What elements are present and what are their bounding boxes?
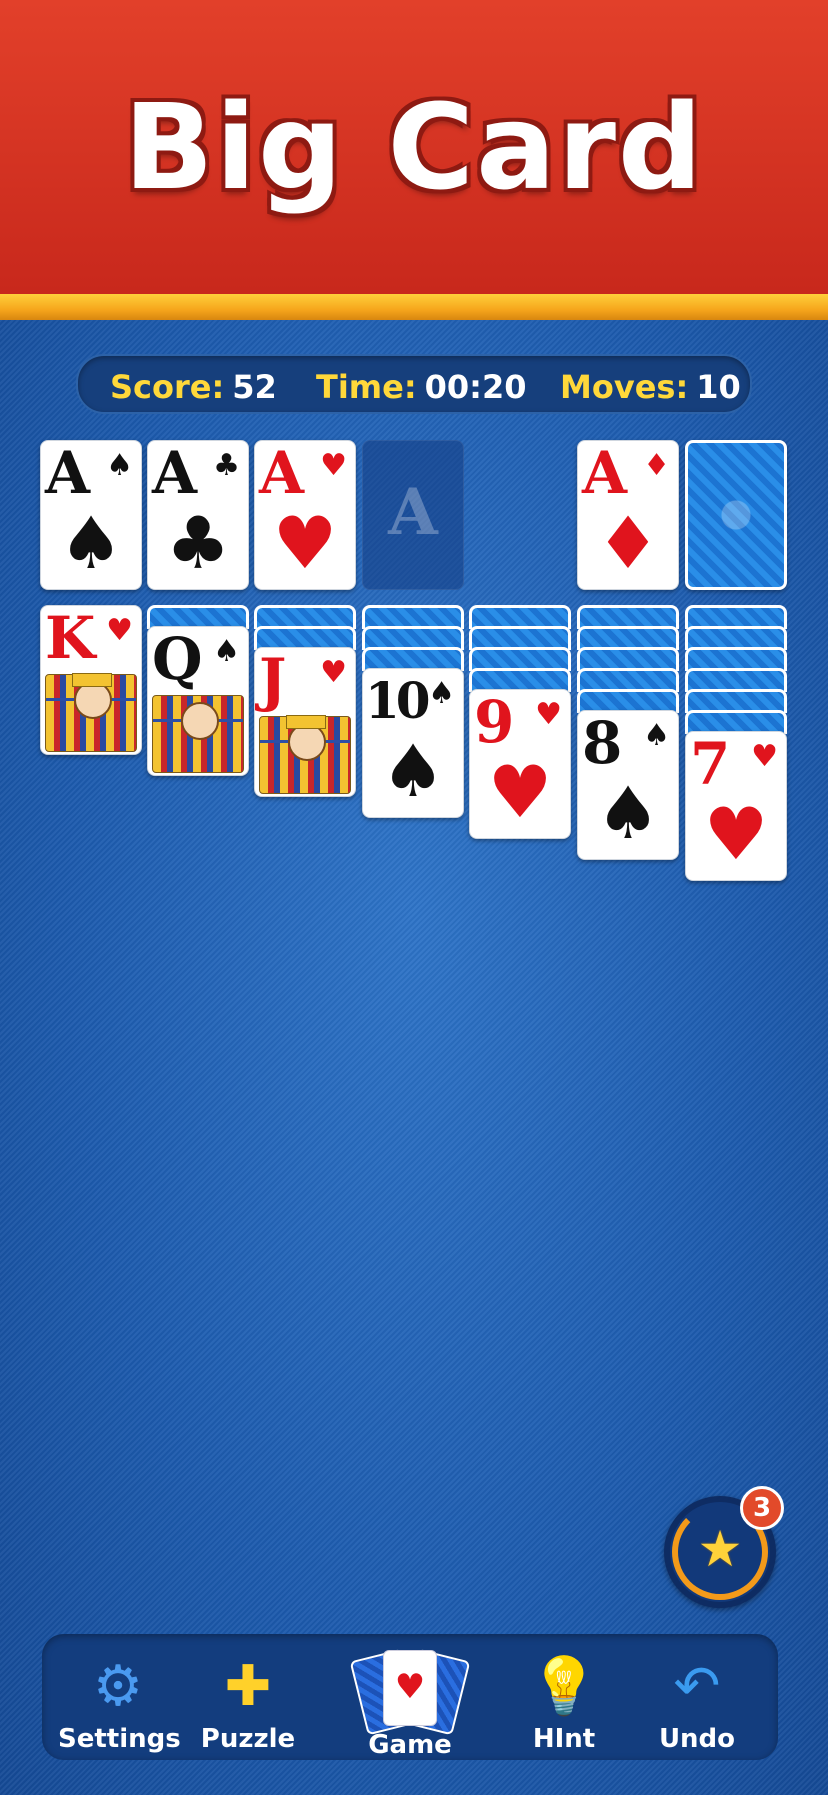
queen-face-art [152, 695, 244, 773]
tableau-card-ten-spades[interactable]: 10 ♠ ♠ [362, 668, 464, 818]
card-rank: A [152, 440, 198, 507]
jack-face-art [259, 715, 351, 794]
spade-icon: ♠ [428, 676, 455, 711]
club-icon: ♣ [213, 448, 240, 483]
card-rank: 10 [365, 671, 431, 730]
banner-gold-stripe [0, 294, 828, 320]
time-stat: Time: 00:20 [316, 368, 527, 406]
moves-label: Moves: [560, 368, 689, 406]
settings-label: Settings [58, 1724, 181, 1754]
undo-arrow-icon: ↶ [673, 1654, 721, 1719]
settings-button[interactable]: ⚙ Settings [58, 1650, 181, 1760]
heart-icon: ♥ [320, 655, 347, 690]
spade-icon: ♠ [595, 771, 661, 855]
stock-pile[interactable] [685, 440, 787, 590]
title-banner: Big Card [0, 0, 828, 294]
undo-button[interactable]: ↶ Undo [637, 1650, 757, 1760]
diamond-icon: ♦ [595, 501, 661, 585]
hint-button[interactable]: 💡 HInt [504, 1650, 624, 1760]
heart-icon: ♥ [320, 448, 347, 483]
score-stat: Score: 52 [110, 368, 277, 406]
heart-icon: ♥ [272, 501, 338, 585]
puzzle-icon: ✚ [224, 1654, 272, 1719]
lightbulb-icon: 💡 [529, 1654, 599, 1719]
empty-slot-label: A [388, 475, 438, 550]
card-rank: A [259, 440, 305, 507]
time-label: Time: [316, 368, 417, 406]
spade-icon: ♠ [380, 729, 446, 813]
tableau-card-queen-spades[interactable]: Q ♠ [147, 626, 249, 776]
card-rank: 9 [474, 689, 515, 756]
cards-icon: ♥ [349, 1648, 471, 1736]
status-bar: Score: 52 Time: 00:20 Moves: 10 [76, 354, 752, 414]
heart-icon: ♥ [106, 613, 133, 648]
puzzle-label: Puzzle [200, 1724, 296, 1754]
score-value: 52 [232, 368, 277, 406]
tableau-card-king-hearts[interactable]: K ♥ [40, 605, 142, 755]
card-rank: A [45, 440, 91, 507]
waste-card[interactable]: A ♦ ♦ [577, 440, 679, 590]
tableau-card-eight-spades[interactable]: 8 ♠ ♠ [577, 710, 679, 860]
undo-label: Undo [658, 1724, 736, 1754]
moves-value: 10 [696, 368, 741, 406]
tableau-card-nine-hearts[interactable]: 9 ♥ ♥ [469, 689, 571, 839]
card-rank: A [582, 440, 628, 507]
king-face-art [45, 673, 137, 752]
spade-icon: ♠ [58, 501, 124, 585]
moves-stat: Moves: 10 [560, 368, 741, 406]
score-label: Score: [110, 368, 225, 406]
tableau-card-seven-hearts[interactable]: 7 ♥ ♥ [685, 731, 787, 881]
card-rank: 8 [582, 710, 623, 777]
heart-icon: ♥ [703, 792, 769, 876]
spade-icon: ♠ [106, 448, 133, 483]
hint-label: HInt [532, 1724, 596, 1754]
game-button[interactable]: ♥ Game [349, 1648, 471, 1760]
tableau-card-jack-hearts[interactable]: J ♥ [254, 647, 356, 797]
heart-icon: ♥ [751, 739, 778, 774]
gear-icon: ⚙ [92, 1654, 144, 1719]
card-rank: K [45, 605, 96, 672]
foundation-spades[interactable]: A ♠ ♠ [40, 440, 142, 590]
card-rank: 7 [690, 731, 731, 798]
card-rank: J [259, 647, 287, 714]
banner-title: Big Card [123, 78, 705, 216]
heart-icon: ♥ [535, 697, 562, 732]
foundation-clubs[interactable]: A ♣ ♣ [147, 440, 249, 590]
magic-wand-count-badge: 3 [740, 1486, 784, 1530]
diamond-icon: ♦ [643, 448, 670, 483]
card-rank: Q [152, 626, 203, 693]
heart-icon: ♥ [487, 750, 553, 834]
spade-icon: ♠ [643, 718, 670, 753]
foundation-empty-slot[interactable]: A [362, 440, 464, 590]
time-value: 00:20 [424, 368, 527, 406]
foundation-hearts[interactable]: A ♥ ♥ [254, 440, 356, 590]
spade-icon: ♠ [213, 634, 240, 669]
game-label: Game [368, 1730, 452, 1760]
club-icon: ♣ [165, 501, 231, 585]
puzzle-button[interactable]: ✚ Puzzle [188, 1650, 308, 1760]
